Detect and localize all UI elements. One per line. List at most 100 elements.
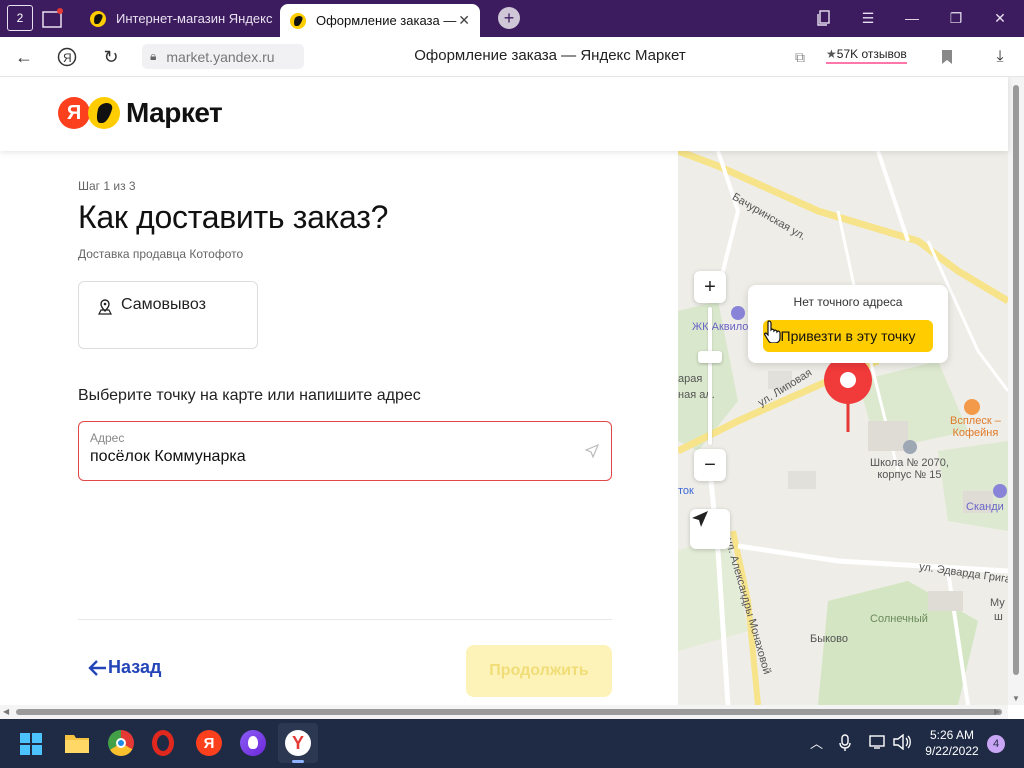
new-tab-button[interactable]: + [498, 7, 520, 29]
tray-expand-icon[interactable]: ︿ [810, 733, 823, 752]
taskbar: Я Y ︿ 5:26 AM 9/22/2022 4 [0, 719, 1024, 768]
back-icon[interactable]: ← [12, 45, 36, 69]
navigation-arrow-icon [692, 511, 708, 527]
map-label: Школа № 2070, корпус № 15 [870, 457, 949, 481]
bookmarks-icon[interactable] [812, 6, 836, 30]
scroll-down-arrow-icon[interactable]: ▼ [1012, 694, 1020, 703]
opera-icon[interactable] [152, 730, 174, 756]
zoom-slider-track[interactable] [708, 307, 712, 445]
poi-school-icon [903, 440, 917, 454]
market-logo-icon [88, 97, 120, 129]
delivery-form: Шаг 1 из 3 Как доставить заказ? Доставка… [0, 151, 678, 705]
seller-info: Доставка продавца Котофото [78, 247, 244, 261]
pickup-label: Самовывоз [121, 296, 206, 313]
pickup-option[interactable]: Самовывоз [78, 281, 258, 349]
minimize-icon[interactable]: — [900, 6, 924, 30]
map-label: Быково [810, 633, 849, 645]
vertical-scroll-thumb[interactable] [1013, 85, 1019, 675]
form-title: Как доставить заказ? [78, 199, 389, 235]
back-label: Назад [108, 657, 162, 677]
url-field[interactable]: 🔒︎ market.yandex.ru [142, 44, 304, 69]
market-favicon-icon [290, 12, 306, 29]
new-window-icon[interactable] [40, 5, 66, 31]
map-label: ш [994, 611, 1003, 623]
poi-scandi-icon [993, 484, 1007, 498]
page-title: Оформление заказа — Яндекс Маркет [414, 47, 686, 64]
microphone-icon[interactable] [838, 734, 852, 752]
market-favicon-icon [90, 10, 106, 27]
map-label: Всплеск – Кофейня [950, 415, 1001, 439]
map-label: арая [678, 373, 703, 385]
choose-point-text: Выберите точку на карте или напишите адр… [78, 387, 421, 404]
address-field[interactable]: Адрес посёлок Коммунарка [78, 421, 612, 481]
locate-arrow-icon[interactable] [585, 444, 599, 458]
tab-title: Оформление заказа — [316, 13, 457, 28]
clock-time: 5:26 AM [929, 728, 975, 742]
bookmark-icon[interactable] [935, 45, 959, 69]
address-bar: ← Я ↻ 🔒︎ market.yandex.ru Оформление зак… [0, 37, 1024, 77]
tab-title: Интернет-магазин Яндекс [116, 11, 273, 26]
reviews-badge[interactable]: ★57K отзывов [826, 47, 907, 64]
geolocation-button[interactable] [690, 509, 730, 549]
lock-icon: 🔒︎ [150, 49, 157, 63]
clock-date: 9/22/2022 [925, 744, 979, 758]
file-explorer-icon[interactable] [64, 732, 90, 754]
notification-badge[interactable]: 4 [987, 735, 1005, 753]
page-content: Я Маркет Шаг 1 из 3 Как доставить заказ?… [0, 77, 1024, 705]
tabs-count-button[interactable]: 2 [7, 5, 33, 31]
close-window-icon[interactable]: ✕ [988, 6, 1012, 30]
deliver-here-button[interactable]: Привезти в эту точку [763, 320, 933, 352]
alice-icon[interactable] [240, 730, 266, 756]
arrow-left-icon [88, 659, 106, 676]
scroll-right-arrow-icon[interactable]: ▶ [994, 707, 1000, 716]
menu-icon[interactable]: ☰ [856, 6, 880, 30]
yandex-icon[interactable]: Я [55, 45, 79, 69]
tab-share-icon[interactable]: ⧉ [788, 45, 812, 69]
restore-icon[interactable]: ❐ [944, 6, 968, 30]
yandex-logo-icon: Я [58, 97, 90, 129]
map[interactable]: Бачуринская ул. ЖК Аквилон ул. Липовая В… [678, 151, 1008, 705]
taskbar-active-app[interactable]: Y [278, 723, 318, 763]
zoom-in-button[interactable]: + [694, 271, 726, 303]
tab-checkout[interactable]: Оформление заказа — ✕ [280, 4, 480, 37]
reload-icon[interactable]: ↻ [99, 45, 123, 69]
zoom-out-button[interactable]: − [694, 449, 726, 481]
back-button[interactable]: Назад [88, 657, 161, 678]
download-icon[interactable]: ⤓ [988, 45, 1012, 69]
svg-text:Я: Я [63, 51, 72, 65]
close-tab-icon[interactable]: ✕ [458, 12, 470, 29]
windows-start-icon[interactable] [20, 733, 42, 755]
star-icon: ★ [826, 47, 837, 61]
horizontal-scrollbar[interactable]: ◀ ▶ [0, 705, 1008, 719]
map-label: Солнечный [870, 613, 928, 625]
address-input[interactable]: посёлок Коммунарка [90, 448, 600, 466]
map-label: ЖК Аквилон [692, 321, 755, 333]
location-pin-icon[interactable] [822, 356, 874, 434]
logo-text: Маркет [126, 97, 223, 128]
address-label: Адрес [90, 431, 125, 445]
reviews-count: 57K отзывов [836, 47, 907, 61]
chrome-icon[interactable] [108, 730, 134, 756]
tab-yandex-market[interactable]: Интернет-магазин Яндекс [80, 2, 276, 35]
popup-title: Нет точного адреса [793, 295, 903, 309]
system-clock[interactable]: 5:26 AM 9/22/2022 [920, 727, 984, 759]
poi-cafe-icon [964, 399, 980, 415]
market-logo[interactable]: Я Маркет [58, 96, 223, 130]
map-label: Сканди [966, 501, 1004, 513]
horizontal-scroll-thumb[interactable] [16, 709, 1002, 715]
continue-button[interactable]: Продолжить [466, 645, 612, 697]
tabs-count: 2 [16, 11, 24, 25]
url-text: market.yandex.ru [166, 48, 275, 65]
map-pin-icon [98, 299, 112, 315]
zoom-slider-handle[interactable] [698, 351, 722, 363]
volume-icon[interactable] [892, 734, 912, 750]
network-icon[interactable] [869, 734, 887, 750]
vertical-scrollbar[interactable]: ▼ [1008, 77, 1024, 705]
divider [78, 619, 612, 620]
tab-bar: 2 Интернет-магазин Яндекс Оформление зак… [0, 0, 1024, 37]
hand-cursor-icon [764, 320, 781, 343]
scroll-left-arrow-icon[interactable]: ◀ [3, 707, 9, 716]
yandex-app-icon[interactable]: Я [196, 730, 222, 756]
yandex-browser-icon: Y [285, 730, 311, 756]
poi-akvilon-icon [731, 306, 745, 320]
